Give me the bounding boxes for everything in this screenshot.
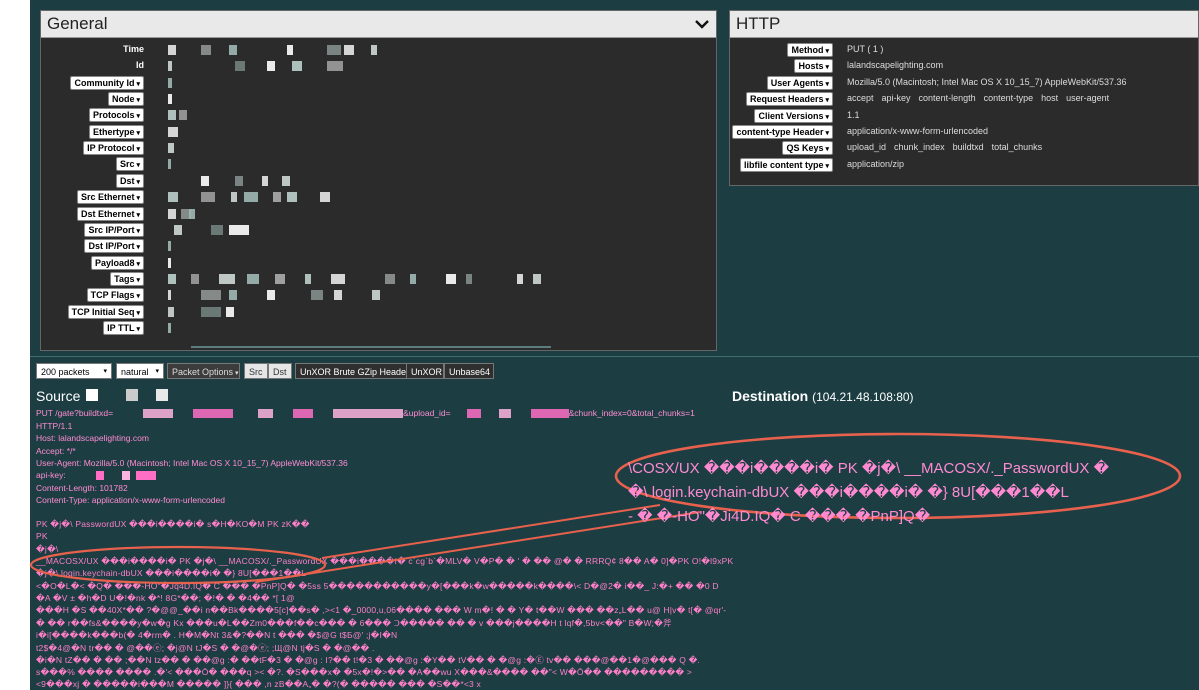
zoom-callout-line: �\ login.keychain-dbUX ���i����i� �} 8U[…	[628, 484, 1069, 501]
zoom-callout-line: - � �-HO"�Ji4D.IQ� C ��� �PnP]Q�	[628, 508, 931, 525]
annotation-overlay	[29, 432, 1182, 585]
zoom-callout-line: \COSX/UX ���i����i� PK �j�\ __MACOSX/._P…	[628, 460, 1109, 477]
annotation-connector-top	[321, 504, 661, 559]
